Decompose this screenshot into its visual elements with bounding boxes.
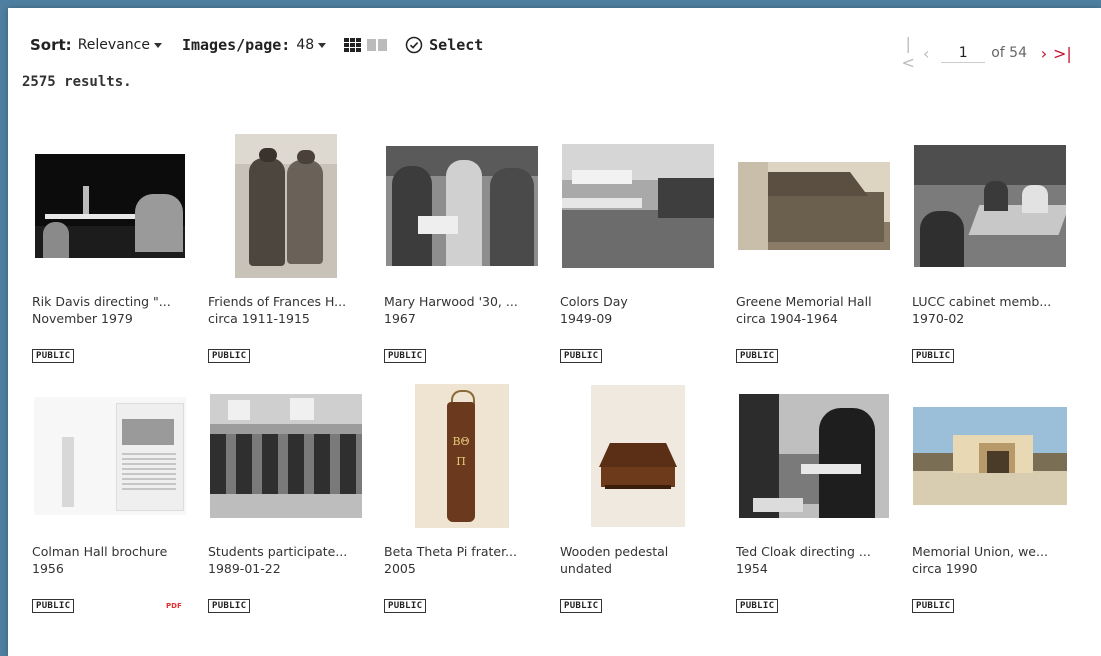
item-date: 2005 [384,561,416,576]
thumbnail-image[interactable] [738,162,890,250]
thumbnail-image[interactable] [562,144,714,268]
item-title: Mary Harwood '30, ... [384,294,518,309]
thumbnail-image[interactable]: ΒΘΠ [415,384,509,528]
item-title: Students participate... [208,544,348,559]
page-count: of 54 [991,45,1027,61]
result-card[interactable]: Ted Cloak directing ... 1954 PUBLIC [736,378,912,628]
result-card[interactable]: Friends of Frances H... circa 1911-1915 … [208,128,384,378]
public-badge: PUBLIC [912,349,955,363]
results-grid: Rik Davis directing "... November 1979 P… [32,128,1088,628]
item-date: 1956 [32,561,64,576]
public-badge: PUBLIC [736,349,779,363]
public-badge: PUBLIC [560,599,603,613]
sort-dropdown[interactable]: Relevance [78,37,162,53]
result-card[interactable]: Mary Harwood '30, ... 1967 PUBLIC [384,128,560,378]
thumbnail-image[interactable] [34,397,186,515]
thumbnail-image[interactable] [386,146,538,266]
public-badge: PUBLIC [32,599,75,613]
public-badge: PUBLIC [736,599,779,613]
item-date: 1954 [736,561,768,576]
caret-down-icon [153,42,162,48]
item-title: Colman Hall brochure [32,544,168,559]
result-card[interactable]: Wooden pedestal undated PUBLIC [560,378,736,628]
pdf-icon: PDF [166,602,182,610]
item-title: Ted Cloak directing ... [736,544,871,559]
item-date: 1970-02 [912,311,965,326]
thumbnail-image[interactable] [739,394,889,518]
thumbnail-image[interactable] [591,385,685,527]
large-grid-view-icon[interactable] [367,39,388,51]
sort-value: Relevance [77,37,150,53]
item-title: Wooden pedestal [560,544,669,559]
thumbnail-image[interactable] [210,394,362,518]
select-label: Select [429,36,484,54]
result-card[interactable]: Rik Davis directing "... November 1979 P… [32,128,208,378]
images-per-page-value: 48 [296,37,315,53]
item-title: Beta Theta Pi frater... [384,544,517,559]
results-count: 2575 results. [22,74,132,90]
images-per-page-dropdown[interactable]: 48 [296,37,327,53]
result-card[interactable]: Students participate... 1989-01-22 PUBLI… [208,378,384,628]
result-card[interactable]: ΒΘΠ Beta Theta Pi frater... 2005 PUBLIC [384,378,560,628]
public-badge: PUBLIC [384,349,427,363]
result-card[interactable]: Greene Memorial Hall circa 1904-1964 PUB… [736,128,912,378]
sort-label: Sort: [30,36,72,54]
last-page-icon[interactable]: >| [1053,44,1072,63]
public-badge: PUBLIC [208,599,251,613]
thumbnail-image[interactable] [914,145,1066,267]
item-date: undated [560,561,612,576]
dense-grid-view-icon[interactable] [344,38,362,52]
public-badge: PUBLIC [560,349,603,363]
thumbnail-image[interactable] [235,134,337,278]
result-card[interactable]: Colors Day 1949-09 PUBLIC [560,128,736,378]
item-date: circa 1904-1964 [736,311,838,326]
results-toolbar: Sort: Relevance Images/page: 48 Select |… [30,34,1072,72]
next-page-icon[interactable]: › [1035,44,1053,63]
thumbnail-image[interactable] [35,154,185,258]
caret-down-icon [318,42,327,48]
view-toggle [344,38,388,52]
item-date: circa 1911-1915 [208,311,310,326]
item-title: LUCC cabinet memb... [912,294,1052,309]
result-card[interactable]: LUCC cabinet memb... 1970-02 PUBLIC [912,128,1088,378]
search-results-panel: Sort: Relevance Images/page: 48 Select |… [8,8,1101,656]
thumbnail-image[interactable] [913,407,1067,505]
item-date: November 1979 [32,311,133,326]
prev-page-icon[interactable]: ‹ [917,44,935,63]
item-title: Colors Day [560,294,628,309]
result-card[interactable]: Memorial Union, we... circa 1990 PUBLIC [912,378,1088,628]
public-badge: PUBLIC [208,349,251,363]
first-page-icon[interactable]: |< [899,34,917,72]
check-circle-icon [405,36,423,54]
item-date: 1949-09 [560,311,613,326]
images-per-page-label: Images/page: [181,36,291,54]
item-title: Rik Davis directing "... [32,294,171,309]
item-title: Greene Memorial Hall [736,294,872,309]
item-date: circa 1990 [912,561,978,576]
public-badge: PUBLIC [912,599,955,613]
item-title: Memorial Union, we... [912,544,1048,559]
item-date: 1967 [384,311,416,326]
item-date: 1989-01-22 [208,561,281,576]
select-button[interactable]: Select [405,36,483,54]
page-number-input[interactable] [941,43,986,63]
pagination: |< ‹ of 54 › >| [899,34,1072,72]
item-title: Friends of Frances H... [208,294,347,309]
public-badge: PUBLIC [384,599,427,613]
paddle-letters: ΒΘΠ [452,435,470,468]
result-card[interactable]: Colman Hall brochure 1956 PUBLIC PDF [32,378,208,628]
public-badge: PUBLIC [32,349,75,363]
